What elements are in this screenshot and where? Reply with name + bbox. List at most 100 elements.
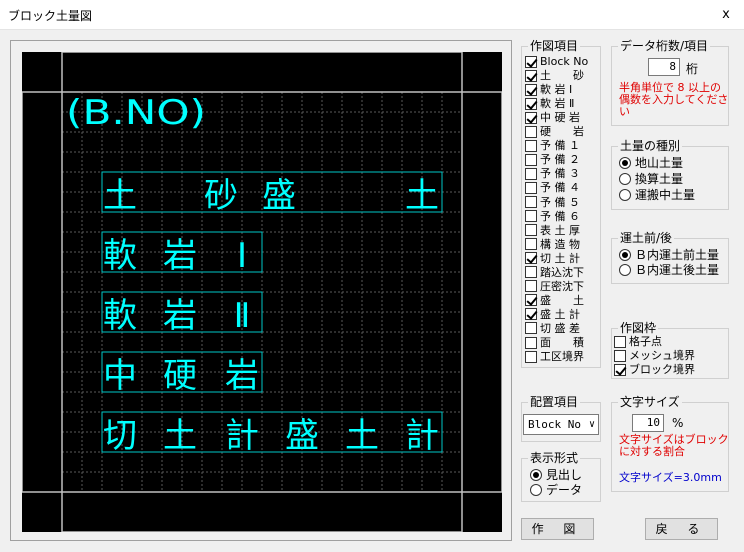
draw-item-checkbox[interactable] [525, 308, 537, 321]
draw-item-1[interactable]: 土 砂 [525, 69, 584, 82]
display-option-label: データ [546, 483, 583, 497]
draw-item-16[interactable]: 圧密沈下 [525, 280, 584, 293]
draw-item-checkbox[interactable] [525, 336, 537, 349]
placement-selected: Block No [528, 418, 581, 431]
draw-item-14[interactable]: 切 土 計 [525, 252, 580, 265]
close-icon[interactable]: x [708, 0, 744, 30]
soil-type-option-radio[interactable] [619, 156, 631, 169]
soil-type-option-0[interactable]: 地山土量 [619, 155, 683, 170]
soil-type-option-label: 運搬中土量 [635, 188, 696, 202]
draw-item-9[interactable]: 予 備 ４ [525, 181, 580, 194]
display-option-radio[interactable] [530, 468, 542, 481]
draw-item-5[interactable]: 硬 岩 [525, 125, 584, 138]
canvas-label: 盛 [285, 416, 319, 456]
draw-item-checkbox[interactable] [525, 139, 537, 152]
frame-item-1[interactable]: メッシュ境界 [614, 349, 695, 362]
draw-items-title: 作図項目 [528, 39, 581, 53]
preview-canvas: (B.NO) 土砂盛土軟岩 Ⅰ 軟岩 Ⅱ 中硬岩切土計盛土計 [22, 52, 502, 532]
soil-type-option-radio[interactable] [619, 188, 631, 201]
canvas-label: 岩 [163, 296, 197, 336]
draw-item-20[interactable]: 面 積 [525, 336, 584, 349]
soil-type-title: 土量の種別 [618, 139, 683, 153]
frame-item-2[interactable]: ブロック境界 [614, 363, 695, 376]
transport-title: 運土前/後 [618, 231, 675, 245]
draw-item-label: 土 砂 [540, 69, 584, 83]
draw-item-checkbox[interactable] [525, 125, 537, 138]
draw-item-0[interactable]: Block No [525, 55, 588, 68]
frame-item-checkbox[interactable] [614, 335, 626, 348]
soil-type-option-1[interactable]: 換算土量 [619, 171, 683, 186]
back-button[interactable]: 戻 る [645, 518, 718, 540]
draw-item-8[interactable]: 予 備 ３ [525, 167, 580, 180]
draw-item-checkbox[interactable] [525, 153, 537, 166]
digits-input[interactable]: 8 [648, 58, 680, 76]
placement-select[interactable]: Block No ∨ [523, 414, 599, 435]
draw-item-label: 切 盛 差 [540, 321, 580, 335]
draw-item-label: 予 備 ４ [540, 181, 580, 195]
transport-option-radio[interactable] [619, 248, 631, 261]
draw-item-checkbox[interactable] [525, 266, 537, 279]
draw-button[interactable]: 作 図 [521, 518, 594, 540]
transport-option-1[interactable]: Ｂ内運土後土量 [619, 262, 719, 277]
draw-item-21[interactable]: 工区境界 [525, 350, 584, 363]
draw-item-checkbox[interactable] [525, 350, 537, 363]
draw-item-15[interactable]: 踏込沈下 [525, 266, 584, 279]
window-title: ブロック土量図 [8, 9, 93, 23]
draw-item-checkbox[interactable] [525, 181, 537, 194]
draw-item-11[interactable]: 予 備 ６ [525, 210, 580, 223]
transport-option-label: Ｂ内運土後土量 [635, 263, 720, 277]
draw-item-checkbox[interactable] [525, 280, 537, 293]
display-option-0[interactable]: 見出し [530, 467, 582, 482]
frame-item-checkbox[interactable] [614, 363, 626, 376]
font-size-unit: % [672, 416, 684, 430]
draw-item-checkbox[interactable] [525, 167, 537, 180]
draw-item-13[interactable]: 構 造 物 [525, 238, 580, 251]
draw-item-checkbox[interactable] [525, 210, 537, 223]
frame-item-label: 格子点 [629, 335, 662, 348]
draw-item-12[interactable]: 表 土 厚 [525, 224, 580, 237]
draw-item-checkbox[interactable] [525, 196, 537, 208]
font-size-computed: 文字サイズ=3.0mm [619, 471, 722, 484]
draw-item-7[interactable]: 予 備 ２ [525, 153, 580, 166]
draw-item-2[interactable]: 軟 岩 Ⅰ [525, 83, 572, 96]
draw-item-label: 工区境界 [540, 350, 584, 364]
display-option-1[interactable]: データ [530, 482, 582, 497]
frame-item-0[interactable]: 格子点 [614, 335, 662, 348]
draw-item-checkbox[interactable] [525, 55, 537, 68]
transport-option-radio[interactable] [619, 263, 631, 276]
soil-type-option-2[interactable]: 運搬中土量 [619, 187, 695, 202]
draw-item-checkbox[interactable] [525, 224, 537, 237]
draw-item-checkbox[interactable] [525, 97, 537, 110]
placement-title: 配置項目 [528, 395, 581, 409]
draw-item-label: Block No [540, 55, 589, 68]
draw-item-19[interactable]: 切 盛 差 [525, 322, 580, 335]
draw-item-label: 予 備 ５ [540, 195, 580, 209]
frame-item-checkbox[interactable] [614, 349, 626, 362]
digits-unit: 桁 [686, 62, 699, 76]
draw-item-18[interactable]: 盛 土 計 [525, 308, 580, 321]
frame-item-label: メッシュ境界 [629, 349, 695, 362]
draw-item-17[interactable]: 盛 土 [525, 294, 584, 307]
soil-type-option-radio[interactable] [619, 172, 631, 185]
display-option-radio[interactable] [530, 483, 542, 496]
draw-item-label: 中 硬 岩 [540, 111, 580, 125]
draw-item-checkbox[interactable] [525, 322, 537, 335]
draw-item-checkbox[interactable] [525, 83, 537, 96]
font-size-input[interactable]: 10 [632, 414, 664, 432]
soil-type-option-label: 換算土量 [635, 172, 684, 186]
canvas-label: 土 [345, 416, 379, 456]
draw-item-label: 盛 土 [540, 293, 584, 307]
draw-item-checkbox[interactable] [525, 111, 537, 124]
draw-item-label: 構 造 物 [540, 237, 580, 251]
draw-item-checkbox[interactable] [525, 238, 537, 251]
draw-item-checkbox[interactable] [525, 294, 537, 307]
draw-item-label: 圧密沈下 [540, 279, 584, 293]
draw-item-checkbox[interactable] [525, 69, 537, 82]
draw-item-4[interactable]: 中 硬 岩 [525, 111, 580, 124]
draw-item-3[interactable]: 軟 岩 Ⅱ [525, 97, 574, 110]
draw-item-label: 予 備 ３ [540, 167, 580, 181]
draw-item-10[interactable]: 予 備 ５ [525, 196, 580, 209]
transport-option-0[interactable]: Ｂ内運土前土量 [619, 247, 719, 262]
draw-item-checkbox[interactable] [525, 252, 537, 265]
draw-item-6[interactable]: 予 備 １ [525, 139, 580, 152]
